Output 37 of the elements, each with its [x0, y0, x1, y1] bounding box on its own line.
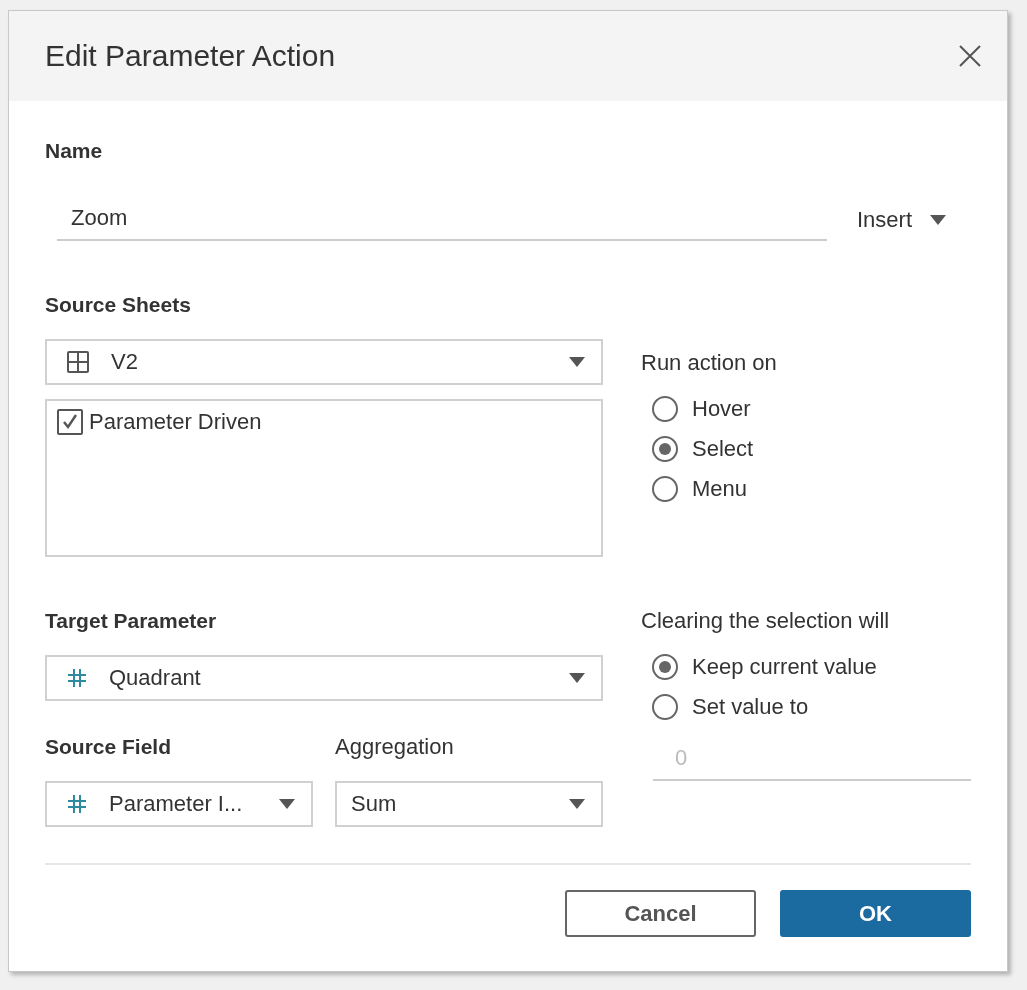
radio-label: Set value to — [692, 694, 809, 720]
caret-icon — [569, 673, 585, 683]
radio-button[interactable] — [652, 436, 678, 462]
name-label: Name — [45, 138, 104, 164]
ok-button[interactable]: OK — [780, 890, 971, 937]
source-field-label: Source Field — [45, 734, 173, 760]
hash-icon — [67, 668, 87, 688]
target-parameter-label: Target Parameter — [45, 608, 218, 634]
radio-button[interactable] — [652, 396, 678, 422]
cancel-button[interactable]: Cancel — [565, 890, 756, 937]
radio-label: Hover — [692, 396, 751, 422]
aggregation-label: Aggregation — [335, 733, 455, 761]
hash-icon — [67, 794, 87, 814]
caret-icon — [279, 799, 295, 809]
close-icon[interactable] — [959, 45, 981, 67]
run-action-label: Run action on — [641, 349, 778, 377]
caret-icon — [569, 357, 585, 367]
sheet-name: Parameter Driven — [89, 409, 262, 435]
checkbox[interactable] — [57, 409, 83, 435]
insert-dropdown[interactable]: Insert — [857, 207, 947, 233]
caret-icon — [569, 799, 585, 809]
caret-icon — [930, 215, 947, 225]
dialog-title: Edit Parameter Action — [45, 39, 336, 73]
radio-button[interactable] — [652, 694, 678, 720]
source-sheets-label: Source Sheets — [45, 292, 192, 318]
check-icon — [61, 413, 79, 431]
parameter-dropdown[interactable]: Quadrant — [45, 655, 603, 701]
sheet-dropdown[interactable]: V2 — [45, 339, 603, 385]
radio-button[interactable] — [652, 476, 678, 502]
radio-button[interactable] — [652, 654, 678, 680]
radio-label: Menu — [692, 476, 748, 502]
grid-icon — [67, 351, 89, 373]
clearing-label: Clearing the selection will — [641, 607, 891, 635]
radio-label: Keep current value — [692, 654, 877, 680]
radio-label: Select — [692, 436, 754, 462]
field-dropdown[interactable]: Parameter I... — [45, 781, 313, 827]
aggregation-dropdown[interactable]: Sum — [335, 781, 603, 827]
